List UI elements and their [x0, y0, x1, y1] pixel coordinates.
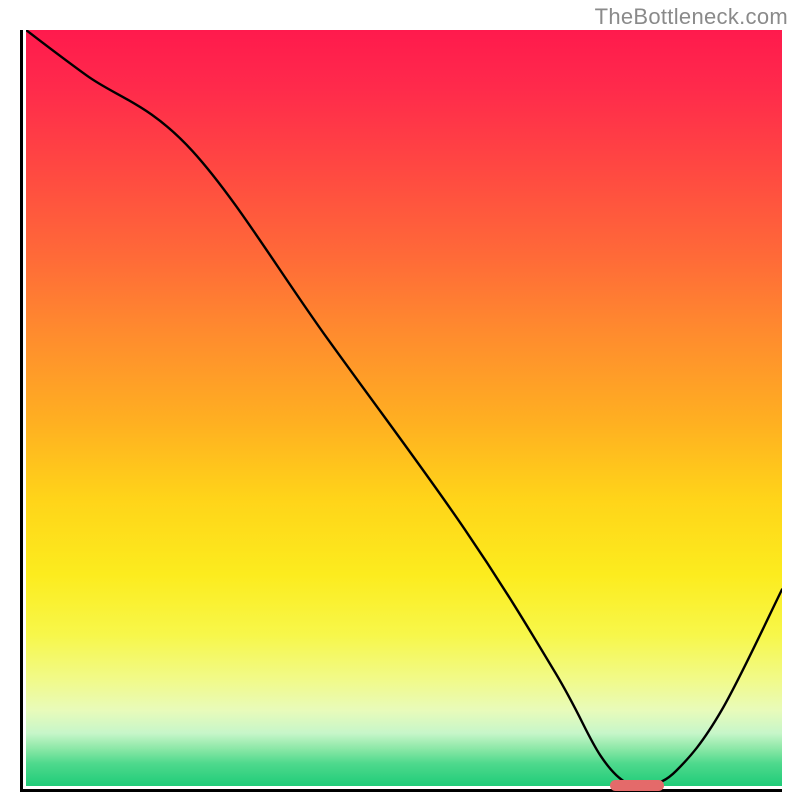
watermark-text: TheBottleneck.com: [595, 4, 788, 30]
curve-path: [26, 30, 782, 786]
bottleneck-curve: [26, 30, 782, 786]
optimal-range-marker: [610, 780, 663, 791]
chart-frame: [20, 30, 782, 792]
